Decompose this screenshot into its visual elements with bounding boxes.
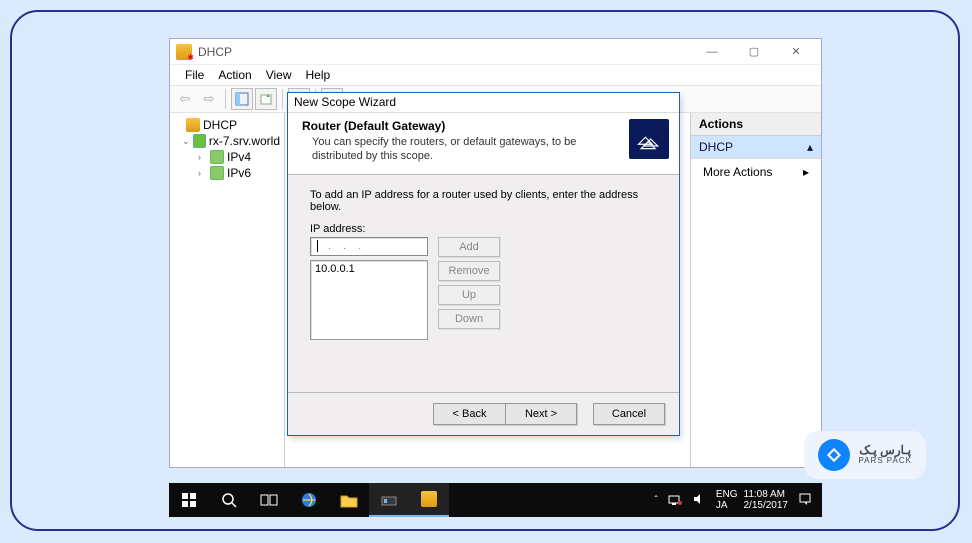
tray-up-icon[interactable]: ˆ	[654, 495, 657, 506]
ip-address-input[interactable]: ...	[310, 237, 428, 256]
search-icon	[221, 492, 237, 508]
server-manager-icon	[380, 491, 398, 507]
ie-icon	[300, 491, 318, 509]
taskbar-ie[interactable]	[289, 483, 329, 517]
window-title: DHCP	[198, 45, 691, 59]
tree-pane[interactable]: DHCP ⌄ rx-7.srv.world › IPv4 › IPv6	[170, 113, 285, 467]
ipv4-icon	[210, 150, 224, 164]
cancel-button[interactable]: Cancel	[593, 403, 665, 425]
actions-pane: Actions DHCP ▴ More Actions ▸	[691, 113, 821, 467]
outer-frame: DHCP — ▢ ✕ File Action View Help ⇦ ⇨ ?	[10, 10, 960, 531]
clock-date: 2/15/2017	[744, 500, 789, 511]
tree-server-label: rx-7.srv.world	[209, 134, 280, 148]
gateway-listbox[interactable]: 10.0.0.1	[310, 260, 428, 340]
export-icon	[259, 92, 273, 106]
toolbar-separator	[225, 89, 226, 109]
next-button[interactable]: Next >	[505, 403, 577, 425]
watermark-badge: پـارس پـک PARS PACK	[804, 431, 926, 479]
back-button[interactable]: < Back	[433, 403, 505, 425]
list-item[interactable]: 10.0.0.1	[315, 263, 423, 275]
task-view-icon	[260, 493, 278, 507]
close-button[interactable]: ✕	[775, 41, 817, 63]
titlebar: DHCP — ▢ ✕	[170, 39, 821, 65]
tree-root[interactable]: DHCP	[172, 117, 282, 133]
tree-ipv4[interactable]: › IPv4	[172, 149, 282, 165]
folder-icon	[340, 493, 358, 508]
toolbar-separator	[282, 89, 283, 109]
text-cursor	[317, 240, 318, 252]
menubar: File Action View Help	[170, 65, 821, 85]
volume-icon[interactable]	[692, 493, 706, 508]
clock-time: 11:08 AM	[744, 489, 789, 500]
submenu-arrow-icon: ▸	[803, 165, 809, 179]
actions-context[interactable]: DHCP ▴	[691, 136, 821, 159]
tree-ipv6[interactable]: › IPv6	[172, 165, 282, 181]
menu-file[interactable]: File	[178, 66, 211, 84]
server-icon	[193, 134, 206, 148]
down-button[interactable]: Down	[438, 309, 500, 329]
nav-forward-button[interactable]: ⇨	[198, 88, 220, 110]
tree-ipv4-label: IPv4	[227, 150, 251, 164]
actions-more[interactable]: More Actions ▸	[691, 159, 821, 185]
actions-context-label: DHCP	[699, 140, 733, 154]
actions-header: Actions	[691, 113, 821, 136]
ip-separator-dots: ...	[328, 240, 373, 252]
expander-icon[interactable]: ⌄	[182, 136, 190, 147]
wizard-subheading: You can specify the routers, or default …	[302, 133, 629, 164]
system-tray[interactable]: ˆ ENG JA 11:08 AM 2/15/2017	[654, 489, 822, 511]
menu-action[interactable]: Action	[211, 66, 258, 84]
menu-help[interactable]: Help	[299, 66, 338, 84]
parspack-logo-icon	[818, 439, 850, 471]
wizard-heading: Router (Default Gateway)	[302, 119, 629, 133]
menu-view[interactable]: View	[259, 66, 299, 84]
task-view-button[interactable]	[249, 483, 289, 517]
wizard-header: Router (Default Gateway) You can specify…	[288, 113, 679, 175]
dhcp-service-icon	[176, 44, 192, 60]
ipv6-icon	[210, 166, 224, 180]
network-icon[interactable]	[668, 493, 682, 508]
collapse-up-icon: ▴	[807, 140, 813, 154]
up-button[interactable]: Up	[438, 285, 500, 305]
taskbar-dhcp[interactable]	[409, 483, 449, 517]
arrow-left-icon: ⇦	[180, 91, 191, 107]
tree-ipv6-label: IPv6	[227, 166, 251, 180]
dhcp-service-icon	[186, 118, 200, 132]
minimize-button[interactable]: —	[691, 41, 733, 63]
badge-en: PARS PACK	[858, 457, 912, 466]
lang-line1: ENG	[716, 489, 738, 500]
ip-address-label: IP address:	[310, 223, 657, 235]
remove-button[interactable]: Remove	[438, 261, 500, 281]
add-button[interactable]: Add	[438, 237, 500, 257]
actions-more-label: More Actions	[703, 165, 772, 179]
start-button[interactable]	[169, 483, 209, 517]
expander-icon[interactable]: ›	[198, 152, 207, 162]
taskbar-server-manager[interactable]	[369, 483, 409, 517]
maximize-button[interactable]: ▢	[733, 41, 775, 63]
arrow-right-icon: ⇨	[204, 91, 215, 107]
expander-icon[interactable]: ›	[198, 168, 207, 178]
nav-back-button[interactable]: ⇦	[174, 88, 196, 110]
clock[interactable]: 11:08 AM 2/15/2017	[744, 489, 789, 511]
new-scope-wizard-dialog: New Scope Wizard Router (Default Gateway…	[287, 92, 680, 436]
language-indicator[interactable]: ENG JA	[716, 489, 738, 511]
panel-icon	[235, 92, 249, 106]
taskbar-explorer[interactable]	[329, 483, 369, 517]
notifications-icon[interactable]	[798, 492, 812, 509]
search-button[interactable]	[209, 483, 249, 517]
wizard-title: New Scope Wizard	[288, 93, 679, 113]
wizard-footer: < Back Next > Cancel	[288, 392, 679, 435]
export-button[interactable]	[255, 88, 277, 110]
tree-server[interactable]: ⌄ rx-7.srv.world	[172, 133, 282, 149]
wizard-instruction: To add an IP address for a router used b…	[310, 189, 657, 213]
show-hide-tree-button[interactable]	[231, 88, 253, 110]
windows-logo-icon	[182, 493, 197, 508]
dhcp-tray-icon	[421, 491, 437, 507]
lang-line2: JA	[716, 500, 738, 511]
wizard-body: To add an IP address for a router used b…	[288, 175, 679, 392]
tree-root-label: DHCP	[203, 118, 237, 132]
windows-taskbar[interactable]: ˆ ENG JA 11:08 AM 2/15/2017	[169, 483, 822, 517]
wizard-banner-icon	[629, 119, 669, 159]
